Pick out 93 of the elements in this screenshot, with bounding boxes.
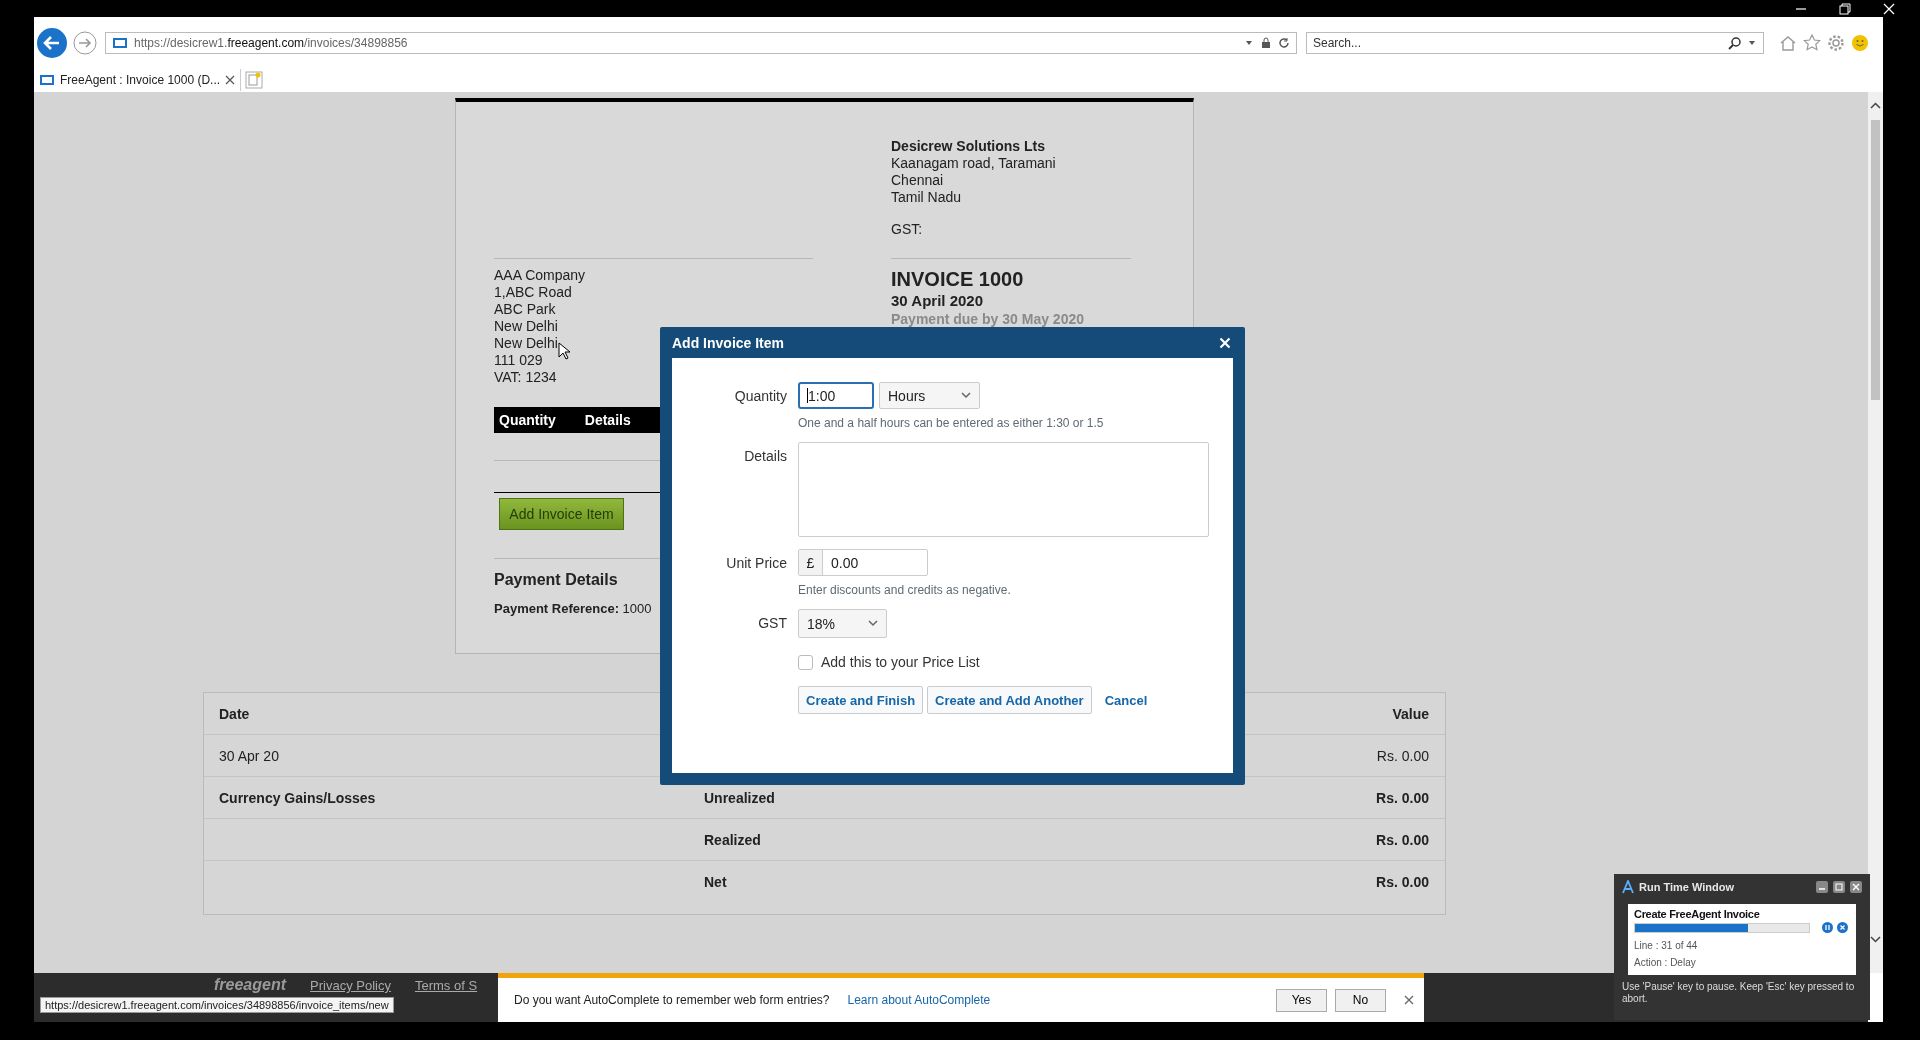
address-line: VAT: 1234 xyxy=(494,369,557,386)
invoice-date: 30 April 2020 xyxy=(891,291,984,311)
address-bar[interactable]: https://desicrew1.freeagent.com/invoices/34898856 xyxy=(105,31,1297,54)
dropdown[interactable]: 18% xyxy=(798,609,887,638)
task-name: Create FreeAgent Invoice xyxy=(1634,908,1761,920)
table-cell-text: Rs. 0.00 xyxy=(1375,873,1430,890)
notification-button[interactable]: No xyxy=(1335,988,1386,1012)
minimize-icon[interactable] xyxy=(1816,881,1828,893)
table-cell-text: Rs. 0.00 xyxy=(1375,831,1430,848)
search-field[interactable]: Search... xyxy=(1306,31,1764,54)
column-header: Quantity xyxy=(498,412,556,428)
gst-label: GST: xyxy=(891,221,924,238)
window-title: Run Time Window xyxy=(1639,881,1735,893)
table-cell-text: 30 Apr 20 xyxy=(218,747,280,764)
chevron-icon xyxy=(961,392,971,399)
payment-heading: Payment Details xyxy=(494,571,619,589)
page-icon xyxy=(112,36,128,49)
star-icon[interactable] xyxy=(1803,33,1821,52)
refresh-icon[interactable] xyxy=(1278,36,1290,49)
company-name: Desicrew Solutions Lts xyxy=(891,138,1047,155)
restore-icon[interactable] xyxy=(1838,1,1852,16)
home-icon[interactable] xyxy=(1779,33,1797,52)
cancel-link[interactable]: Cancel xyxy=(1104,692,1148,708)
address-line: ABC Park xyxy=(494,301,556,318)
currency-label: £ xyxy=(799,550,823,575)
address-line: Chennai xyxy=(891,172,945,189)
notification-button[interactable]: Yes xyxy=(1276,988,1327,1012)
scrollbar[interactable] xyxy=(1868,92,1883,973)
tab-title: FreeAgent : Invoice 1000 (D... xyxy=(60,73,221,87)
add-invoice-item-button[interactable]: Add Invoice Item xyxy=(499,498,624,530)
close-icon[interactable] xyxy=(225,75,236,85)
column-header: Details xyxy=(583,412,631,428)
learn-more-link[interactable]: Learn about AutoComplete xyxy=(847,993,991,1007)
dialog-button[interactable]: Create and Finish xyxy=(798,686,924,714)
forward-icon[interactable] xyxy=(73,30,97,55)
checkbox[interactable] xyxy=(798,654,813,670)
table-cell-text: Rs. 0.00 xyxy=(1375,747,1430,764)
footer-link[interactable]: Privacy Policy xyxy=(310,978,391,994)
current-action: Action : Delay xyxy=(1634,956,1697,970)
page-icon xyxy=(39,74,55,86)
address-line: New Delhi xyxy=(494,318,558,335)
address-line: New Delhi xyxy=(494,335,558,352)
close-icon[interactable] xyxy=(1850,881,1862,893)
notification-message: Do you want AutoComplete to remember web form entries? xyxy=(514,993,830,1007)
dropdown[interactable]: Hours xyxy=(879,382,980,409)
field-label: Quantity xyxy=(733,387,787,406)
smiley-icon[interactable] xyxy=(1851,33,1869,52)
hint-text: One and a half hours can be entered as either 1:30 or 1.5 xyxy=(798,416,1105,430)
column-header: Value xyxy=(1391,705,1430,722)
search-icon[interactable] xyxy=(1728,35,1742,50)
table-cell-text: Currency Gains/Losses xyxy=(218,789,377,806)
dialog-title: Add Invoice Item xyxy=(672,334,785,351)
status-url-tooltip: https://desicrew1.freeagent.com/invoices/34898856/invoice_items/new xyxy=(40,997,394,1013)
settings-icon[interactable] xyxy=(1827,33,1845,52)
footer-logo: freeagent xyxy=(214,976,287,994)
details-input[interactable] xyxy=(798,442,1209,537)
scroll-thumb[interactable] xyxy=(1871,120,1880,400)
url-text: https://desicrew1.freeagent.com/invoices/34898856 xyxy=(134,35,408,50)
back-icon[interactable] xyxy=(36,26,68,59)
table-cell-text: Net xyxy=(704,873,728,890)
cursor-icon xyxy=(558,342,570,360)
payment-reference: Payment Reference: 1000 xyxy=(494,601,652,616)
stop-icon[interactable] xyxy=(1837,922,1848,933)
column-header: Date xyxy=(218,705,251,722)
chevron-icon xyxy=(868,620,878,627)
pause-icon[interactable] xyxy=(1822,922,1833,933)
table-cell-text: Realized xyxy=(704,831,762,848)
hint-text: Use 'Pause' key to pause. Keep 'Esc' key pressed to abort. xyxy=(1622,981,1856,1005)
search-placeholder: Search... xyxy=(1313,35,1362,50)
address-line: Kaanagam road, Taramani xyxy=(891,155,1057,172)
table-cell-text: Unrealized xyxy=(704,789,776,806)
address-line: 1,ABC Road xyxy=(494,284,572,301)
unit-price-input[interactable]: £ 0.00 xyxy=(798,549,928,576)
address-line: AAA Company xyxy=(494,267,586,284)
browser-tab[interactable]: FreeAgent : Invoice 1000 (D... xyxy=(34,69,242,91)
address-line: Tamil Nadu xyxy=(891,189,963,206)
maximize-icon[interactable] xyxy=(1833,881,1845,893)
quantity-input[interactable]: 1:00 xyxy=(798,382,874,409)
field-label: Unit Price xyxy=(725,554,787,573)
invoice-title: INVOICE 1000 xyxy=(891,267,1025,291)
lock-icon xyxy=(1260,36,1272,49)
logo-icon xyxy=(1622,880,1634,894)
hint-text: Enter discounts and credits as negative. xyxy=(798,583,1012,597)
table-cell-text: Rs. 0.00 xyxy=(1375,789,1430,806)
checkbox-label: Add this to your Price List xyxy=(821,654,980,670)
dialog-button[interactable]: Create and Add Another xyxy=(927,686,1092,714)
field-label: Details xyxy=(743,447,787,466)
footer-link[interactable]: Terms of S xyxy=(414,978,478,994)
field-label: GST xyxy=(757,614,787,633)
scroll-down-icon[interactable] xyxy=(1868,933,1883,945)
line-counter: Line : 31 of 44 xyxy=(1634,939,1699,953)
address-line: 111 029 xyxy=(494,352,543,369)
due-date: Payment due by 30 May 2020 xyxy=(891,311,1085,328)
